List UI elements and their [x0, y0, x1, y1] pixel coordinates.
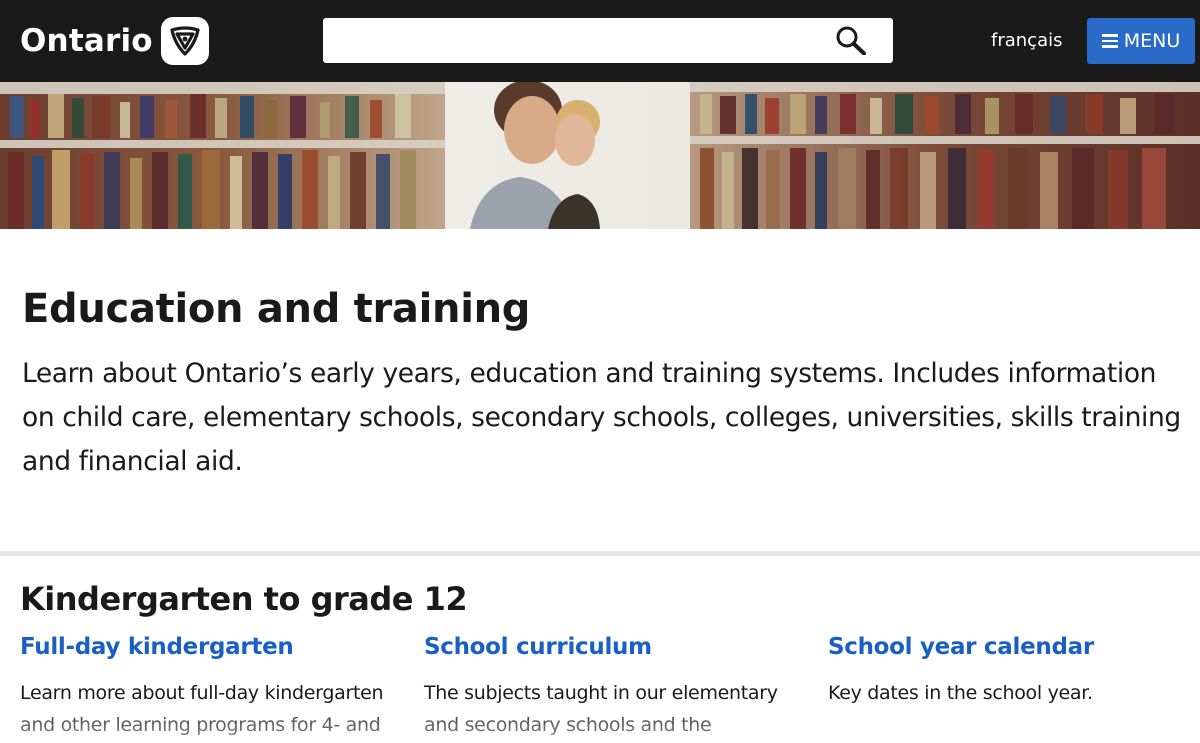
hero-banner-image	[0, 82, 1200, 229]
search-button[interactable]	[835, 26, 867, 56]
card-link-school-year-calendar[interactable]: School year calendar	[828, 634, 1198, 660]
page-title: Education and training	[22, 286, 531, 332]
menu-button[interactable]: MENU	[1087, 18, 1195, 64]
card-full-day-kindergarten: Full-day kindergarten Learn more about f…	[20, 634, 390, 741]
section-heading: Kindergarten to grade 12	[20, 580, 468, 618]
card-school-year-calendar: School year calendar Key dates in the sc…	[828, 634, 1198, 709]
trillium-icon	[160, 17, 209, 65]
page-intro: Learn about Ontario’s early years, educa…	[22, 358, 1181, 477]
logo-text: Ontario	[20, 23, 153, 59]
site-header: Ontario français MENU	[0, 0, 1200, 82]
card-description: Learn more about full-day kindergarten a…	[20, 682, 384, 736]
card-link-full-day-kindergarten[interactable]: Full-day kindergarten	[20, 634, 390, 660]
menu-label: MENU	[1123, 30, 1181, 52]
card-school-curriculum: School curriculum The subjects taught in…	[424, 634, 794, 741]
card-description: The subjects taught in our elementary an…	[424, 682, 778, 736]
card-description: Key dates in the school year.	[828, 682, 1093, 704]
search-input[interactable]	[323, 18, 823, 63]
language-toggle-link[interactable]: français	[991, 30, 1062, 51]
section-divider	[0, 551, 1200, 556]
hamburger-icon	[1101, 34, 1118, 48]
search-bar	[323, 18, 893, 63]
ontario-logo-link[interactable]: Ontario	[20, 17, 209, 65]
search-icon	[835, 25, 867, 58]
card-link-school-curriculum[interactable]: School curriculum	[424, 634, 794, 660]
